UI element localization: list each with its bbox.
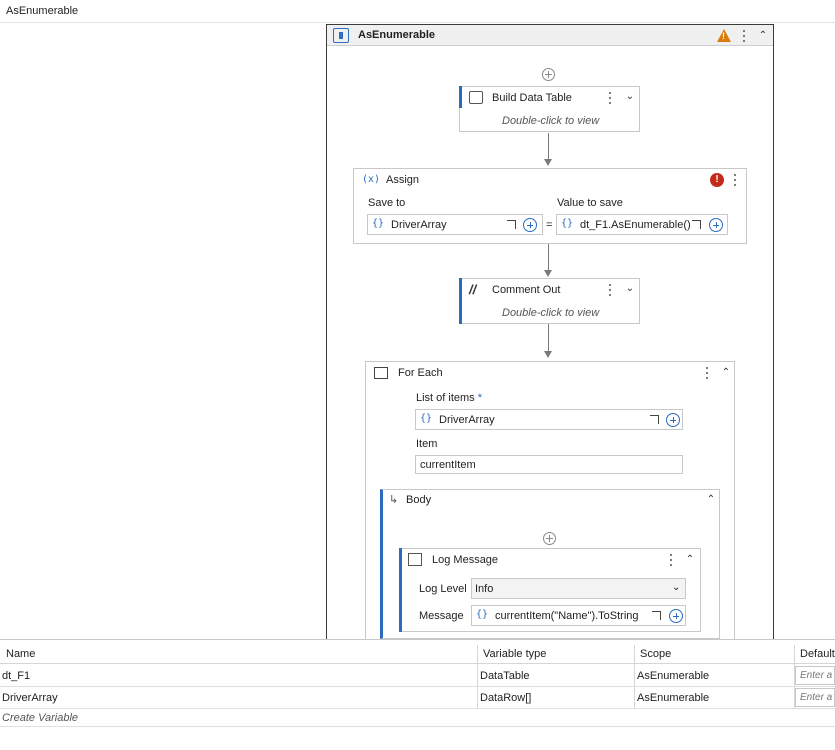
expression-icon: {} bbox=[561, 218, 574, 229]
for-each-title: For Each bbox=[398, 367, 443, 379]
default-value-input[interactable]: Enter a bbox=[795, 666, 835, 685]
collapse-icon[interactable]: ⌃ bbox=[757, 30, 769, 42]
for-each-menu-icon[interactable] bbox=[702, 366, 712, 380]
build-data-table-menu-icon[interactable] bbox=[605, 91, 615, 105]
table-row[interactable]: DriverArray DataRow[] AsEnumerable Enter… bbox=[0, 687, 835, 709]
collapse-icon[interactable]: ⌃ bbox=[720, 367, 732, 379]
sequence-menu-icon[interactable] bbox=[739, 29, 749, 43]
column-header-default[interactable]: Default bbox=[800, 648, 835, 660]
build-data-table-activity[interactable]: Build Data Table ⌄ Double-click to view bbox=[459, 86, 640, 132]
table-row[interactable]: dt_F1 DataTable AsEnumerable Enter a bbox=[0, 665, 835, 687]
variable-type[interactable]: DataRow[] bbox=[480, 692, 531, 704]
variable-name[interactable]: DriverArray bbox=[2, 692, 58, 704]
value-to-save-value: dt_F1.AsEnumerable(). bbox=[580, 219, 690, 231]
list-of-items-label: List of items * bbox=[416, 392, 483, 404]
equals-sign: = bbox=[546, 219, 553, 231]
log-message-menu-icon[interactable] bbox=[666, 553, 676, 567]
for-each-icon bbox=[374, 367, 388, 379]
add-variable-icon[interactable] bbox=[709, 218, 723, 232]
log-message-icon bbox=[408, 553, 422, 566]
add-variable-icon[interactable] bbox=[523, 218, 537, 232]
list-of-items-field[interactable]: {} DriverArray bbox=[415, 409, 683, 430]
log-message-activity[interactable]: Log Message ⌃ Log Level Info ⌄ Message {… bbox=[399, 548, 701, 632]
comment-out-activity[interactable]: // Comment Out ⌄ Double-click to view bbox=[459, 278, 640, 324]
message-label: Message bbox=[419, 610, 464, 622]
expand-editor-icon[interactable] bbox=[507, 220, 516, 229]
item-field[interactable]: currentItem bbox=[415, 455, 683, 474]
message-field[interactable]: {} currentItem("Name").ToString bbox=[471, 605, 686, 626]
save-to-label: Save to bbox=[368, 197, 406, 209]
log-level-value: Info bbox=[475, 583, 494, 595]
sequence-header[interactable]: AsEnumerable ! ⌃ bbox=[327, 25, 773, 46]
comment-out-title: Comment Out bbox=[492, 284, 561, 296]
sequence-icon bbox=[333, 28, 349, 43]
add-activity-icon[interactable] bbox=[543, 532, 556, 545]
expression-icon: {} bbox=[420, 413, 433, 424]
comment-out-hint: Double-click to view bbox=[502, 307, 600, 319]
assign-title: Assign bbox=[386, 174, 420, 186]
variables-panel: Name Variable type Scope Default dt_F1 D… bbox=[0, 639, 835, 750]
breadcrumb: AsEnumerable bbox=[0, 0, 835, 23]
connector-line bbox=[548, 244, 549, 271]
value-to-save-label: Value to save bbox=[557, 197, 623, 209]
log-message-title: Log Message bbox=[432, 554, 499, 566]
expand-editor-icon[interactable] bbox=[652, 611, 661, 620]
for-each-activity[interactable]: For Each ⌃ List of items * {} DriverArra… bbox=[365, 361, 735, 651]
expand-editor-icon[interactable] bbox=[650, 415, 659, 424]
variable-scope[interactable]: AsEnumerable bbox=[637, 692, 709, 704]
save-to-value: DriverArray bbox=[391, 219, 447, 231]
variable-name[interactable]: dt_F1 bbox=[2, 670, 30, 682]
variable-scope[interactable]: AsEnumerable bbox=[637, 670, 709, 682]
add-variable-icon[interactable] bbox=[666, 413, 680, 427]
collapse-icon[interactable]: ⌃ bbox=[684, 554, 696, 566]
add-variable-icon[interactable] bbox=[669, 609, 683, 623]
expression-icon: {} bbox=[476, 609, 489, 620]
value-to-save-field[interactable]: {} dt_F1.AsEnumerable(). bbox=[556, 214, 728, 235]
database-icon bbox=[469, 91, 483, 104]
item-label: Item bbox=[416, 438, 438, 450]
body-icon: ↳ bbox=[389, 494, 399, 506]
body-container[interactable]: ↳ Body ⌃ Log Message ⌃ Log Level Info ⌄ … bbox=[380, 489, 720, 639]
connector-line bbox=[548, 133, 549, 160]
sequence-container[interactable]: AsEnumerable ! ⌃ Build Data Table ⌄ Doub… bbox=[326, 24, 774, 651]
variables-header: Name Variable type Scope Default bbox=[0, 645, 835, 664]
item-value: currentItem bbox=[420, 459, 476, 471]
chevron-down-icon: ⌄ bbox=[672, 582, 681, 593]
connector-line bbox=[548, 324, 549, 352]
breadcrumb-current[interactable]: AsEnumerable bbox=[6, 5, 78, 17]
expression-icon: {} bbox=[372, 218, 385, 229]
build-data-table-hint: Double-click to view bbox=[502, 115, 600, 127]
body-title: Body bbox=[406, 494, 432, 506]
log-level-label: Log Level bbox=[419, 583, 467, 595]
warning-icon[interactable]: ! bbox=[717, 29, 731, 42]
expand-icon[interactable]: ⌄ bbox=[624, 283, 636, 295]
default-value-input[interactable]: Enter a bbox=[795, 688, 835, 707]
assign-activity[interactable]: (x) Assign ! Save to {} DriverArray = Va… bbox=[353, 168, 747, 244]
save-to-field[interactable]: {} DriverArray bbox=[367, 214, 543, 235]
column-header-name[interactable]: Name bbox=[6, 648, 35, 660]
expand-icon[interactable]: ⌄ bbox=[624, 91, 636, 103]
log-level-select[interactable]: Info ⌄ bbox=[471, 578, 686, 599]
expand-editor-icon[interactable] bbox=[692, 220, 701, 229]
column-header-scope[interactable]: Scope bbox=[640, 648, 671, 660]
assign-menu-icon[interactable] bbox=[730, 173, 740, 187]
connector-arrow bbox=[544, 270, 552, 277]
create-variable-link[interactable]: Create Variable bbox=[2, 712, 78, 724]
message-value: currentItem("Name").ToString bbox=[495, 610, 639, 622]
column-header-type[interactable]: Variable type bbox=[483, 648, 546, 660]
collapse-icon[interactable]: ⌃ bbox=[705, 494, 717, 506]
variable-type[interactable]: DataTable bbox=[480, 670, 530, 682]
connector-arrow bbox=[544, 351, 552, 358]
connector-arrow bbox=[544, 159, 552, 166]
comment-icon: // bbox=[469, 282, 477, 297]
build-data-table-title: Build Data Table bbox=[492, 92, 572, 104]
sequence-title: AsEnumerable bbox=[358, 29, 436, 41]
variable-icon: (x) bbox=[362, 174, 381, 185]
error-icon[interactable]: ! bbox=[710, 173, 724, 187]
comment-out-menu-icon[interactable] bbox=[605, 283, 615, 297]
add-activity-icon[interactable] bbox=[542, 68, 555, 81]
list-of-items-value: DriverArray bbox=[439, 414, 495, 426]
